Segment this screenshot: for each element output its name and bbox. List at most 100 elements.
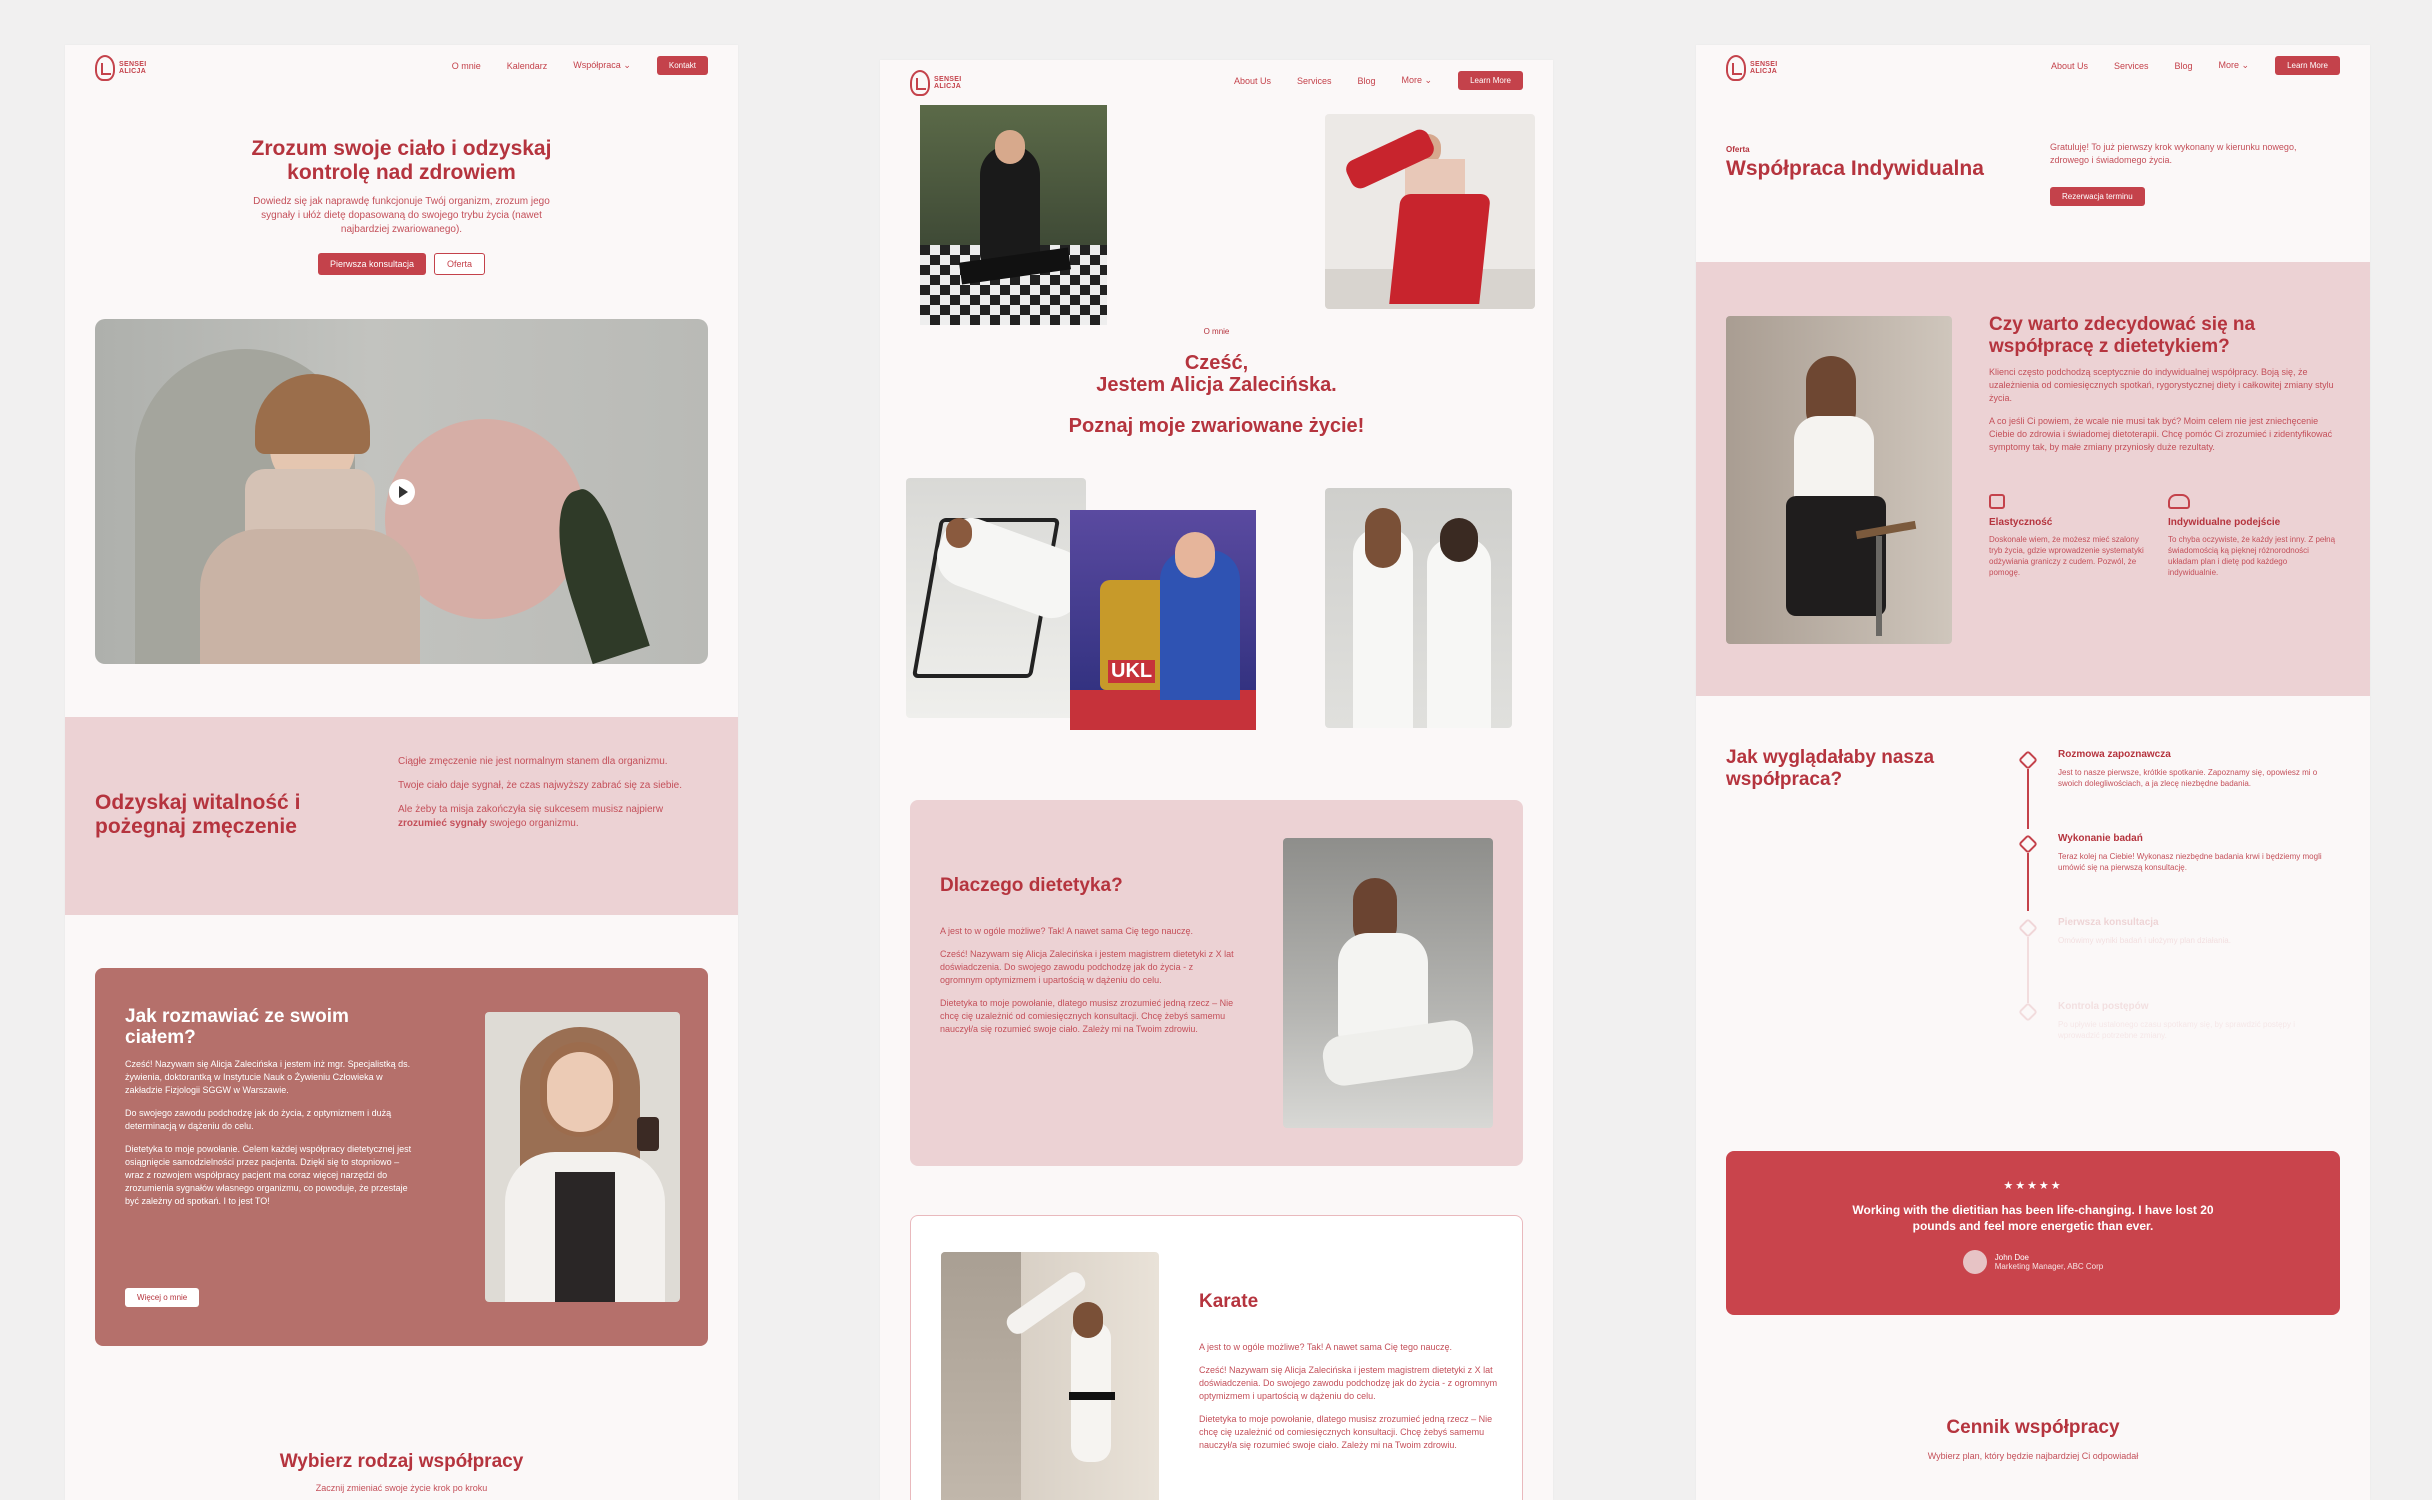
- navbar: SENSEI ALICJA O mnie Kalendarz Współprac…: [65, 45, 738, 89]
- why-dietetics-p2: Cześć! Nazywam się Alicja Zalecińska i j…: [940, 949, 1234, 985]
- why-dietitian-section: Czy warto zdecydować się na współpracę z…: [1696, 262, 2370, 696]
- karate-p2: Cześć! Nazywam się Alicja Zalecińska i j…: [1199, 1365, 1498, 1401]
- author-name: John Doe: [1994, 1253, 2029, 1262]
- hero-text: Dowiedz się jak naprawdę funkcjonuje Twó…: [253, 196, 550, 235]
- photo-woman-jar: [485, 1012, 680, 1302]
- logo-text: SENSEI ALICJA: [934, 76, 962, 90]
- why-dietetics-title: Dlaczego dietetyka?: [940, 875, 1123, 896]
- step-2-text: Teraz kolej na Ciebie! Wykonasz niezbędn…: [2058, 852, 2322, 872]
- step-1-text: Jest to nasze pierwsze, krótkie spotkani…: [2058, 768, 2318, 788]
- about-title: Cześć, Jestem Alicja Zalecińska.: [880, 352, 1553, 396]
- learn-more-button[interactable]: Learn More: [2275, 56, 2340, 75]
- step-2-title: Wykonanie badań: [2058, 833, 2143, 844]
- testimonial-quote: Working with the dietitian has been life…: [1852, 1203, 2214, 1233]
- contact-button[interactable]: Kontakt: [656, 56, 708, 75]
- nav-link-more[interactable]: More ⌄: [2219, 60, 2250, 71]
- step-icon-3: [2018, 918, 2038, 938]
- logo[interactable]: SENSEI ALICJA: [95, 55, 153, 81]
- nav-link-services[interactable]: Services: [2114, 61, 2149, 71]
- logo-mark-icon: [910, 70, 930, 96]
- choose-cooperation-subtitle: Zacznij zmieniać swoje życie krok po kro…: [315, 1483, 488, 1493]
- calendar-icon: [1989, 494, 2005, 509]
- offer-intro: Gratuluję! To już pierwszy krok wykonany…: [2050, 142, 2297, 165]
- photo-dance-checker: [920, 105, 1107, 325]
- photo-karate-trophy: UKL: [1070, 510, 1256, 730]
- step-3-text: Omówimy wyniki badań i ułożymy plan dzia…: [2058, 936, 2231, 945]
- nav-link-about-us[interactable]: About Us: [2051, 61, 2088, 71]
- about-card: Jak rozmawiać ze swoim ciałem? Cześć! Na…: [95, 968, 708, 1346]
- author-role: Marketing Manager, ABC Corp: [1994, 1262, 2104, 1271]
- about-card-title: Jak rozmawiać ze swoim ciałem?: [125, 1006, 349, 1048]
- logo[interactable]: SENSEI ALICJA: [910, 70, 968, 96]
- why-dietetics-p3: Dietetyka to moje powołanie, dlatego mus…: [940, 998, 1234, 1034]
- karate-title: Karate: [1199, 1291, 1259, 1312]
- logo-text: SENSEI ALICJA: [119, 61, 147, 75]
- offer-title: Współpraca Indywidualna: [1726, 157, 1984, 180]
- hero-video[interactable]: [95, 319, 708, 664]
- pricing-subtitle: Wybierz plan, który będzie najbardziej C…: [1927, 1451, 2139, 1461]
- hero-title-line-2: kontrolę nad zdrowiem: [287, 161, 516, 184]
- step-icon-1: [2018, 750, 2038, 770]
- learn-more-button[interactable]: Learn More: [1458, 71, 1523, 90]
- step-4-title: Kontrola postępów: [2058, 1001, 2149, 1012]
- step-4-text: Po upływie ustalonego czasu spotkamy się…: [2058, 1020, 2296, 1040]
- page-offer: SENSEI ALICJA About Us Services Blog Mor…: [1696, 45, 2370, 1500]
- about-title-line-1: Cześć,: [1184, 352, 1249, 374]
- photo-woman-stool: [1726, 316, 1952, 644]
- play-icon[interactable]: [389, 479, 415, 505]
- avatar: [1962, 1250, 1987, 1274]
- about-subtitle: Poznaj moje zwariowane życie!: [1068, 415, 1365, 437]
- timeline-line-1: [2027, 769, 2029, 829]
- testimonial-card: ★★★★★ Working with the dietitian has bee…: [1726, 1151, 2340, 1315]
- timeline-line-3: [2027, 937, 2029, 1003]
- people-icon: [2168, 494, 2190, 509]
- page-home: SENSEI ALICJA O mnie Kalendarz Współprac…: [65, 45, 738, 1500]
- step-3-title: Pierwsza konsultacja: [2058, 917, 2159, 928]
- step-icon-2: [2018, 834, 2038, 854]
- nav-link-more[interactable]: More ⌄: [1402, 75, 1433, 86]
- eyebrow-offer: Oferta: [1726, 145, 1750, 154]
- pricing-title: Cennik współpracy: [1946, 1417, 2120, 1438]
- process-title: Jak wyglądałaby nasza współpraca?: [1726, 747, 1935, 790]
- logo-mark-icon: [95, 55, 115, 81]
- karate-p1: A jest to w ogóle możliwe? Tak! A nawet …: [1199, 1342, 1452, 1352]
- vitality-section: Odzyskaj witalność i pożegnaj zmęczenie …: [65, 717, 738, 915]
- more-about-me-button[interactable]: Więcej o mnie: [125, 1288, 200, 1307]
- nav-link-blog[interactable]: Blog: [1358, 76, 1376, 86]
- about-card-p3: Dietetyka to moje powołanie. Celem każde…: [125, 1144, 412, 1206]
- offer-button[interactable]: Oferta: [434, 253, 486, 275]
- step-1-title: Rozmowa zapoznawcza: [2058, 749, 2171, 760]
- first-consultation-button[interactable]: Pierwsza konsultacja: [317, 253, 427, 275]
- hero-title-line-1: Zrozum swoje ciało i odzyskaj: [251, 137, 552, 160]
- photo-karate-kick: [941, 1252, 1159, 1500]
- nav-link-blog[interactable]: Blog: [2175, 61, 2193, 71]
- logo-mark-icon: [1726, 55, 1746, 81]
- vitality-p2: Twoje ciało daje sygnał, że czas najwyżs…: [398, 780, 683, 791]
- nav-link-calendar[interactable]: Kalendarz: [507, 61, 548, 71]
- nav-link-about[interactable]: O mnie: [452, 61, 481, 71]
- page-about: SENSEI ALICJA About Us Services Blog Mor…: [880, 60, 1553, 1500]
- photo-white-suit-sitting: [1283, 838, 1493, 1128]
- logo-text: SENSEI ALICJA: [1750, 61, 1778, 75]
- why-dietitian-p2: A co jeśli Ci powiem, że wcale nie musi …: [1989, 416, 2333, 452]
- eyebrow-about: O mnie: [1203, 327, 1230, 336]
- nav-link-about-us[interactable]: About Us: [1234, 76, 1271, 86]
- why-dietetics-card: Dlaczego dietetyka? A jest to w ogóle mo…: [910, 800, 1523, 1166]
- reserve-button[interactable]: Rezerwacja terminu: [2050, 187, 2145, 206]
- rating-stars: ★★★★★: [2003, 1180, 2063, 1192]
- feature-individual-title: Indywidualne podejście: [2168, 517, 2281, 528]
- feature-flexibility-text: Doskonale wiem, że możesz mieć szalony t…: [1989, 535, 2144, 577]
- why-dietitian-title: Czy warto zdecydować się na współpracę z…: [1989, 314, 2256, 357]
- photo-red-dress: [1325, 114, 1535, 309]
- nav-link-cooperation[interactable]: Współpraca ⌄: [573, 60, 631, 71]
- navbar: SENSEI ALICJA About Us Services Blog Mor…: [880, 60, 1553, 104]
- trophy-label: UKL: [1108, 660, 1156, 683]
- feature-flexibility-title: Elastyczność: [1989, 517, 2053, 528]
- choose-cooperation-title: Wybierz rodzaj współpracy: [279, 1451, 524, 1472]
- why-dietitian-p1: Klienci często podchodzą sceptycznie do …: [1989, 367, 2334, 403]
- nav-link-services[interactable]: Services: [1297, 76, 1332, 86]
- navbar: SENSEI ALICJA About Us Services Blog Mor…: [1696, 45, 2370, 89]
- photo-white-suit-chair: [906, 478, 1086, 718]
- vitality-title: Odzyskaj witalność i pożegnaj zmęczenie: [95, 791, 301, 838]
- logo[interactable]: SENSEI ALICJA: [1726, 55, 1784, 81]
